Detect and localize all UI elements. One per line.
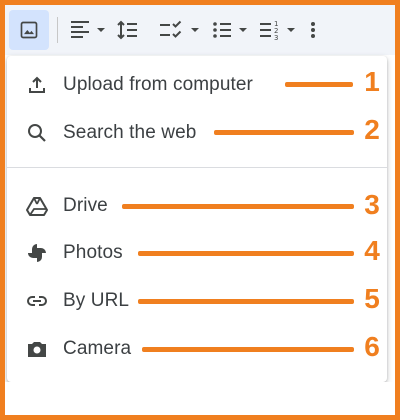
menu-divider: [7, 167, 387, 168]
callout-number-1: 1: [364, 66, 380, 97]
callout-line-2: [214, 130, 354, 135]
callout-number-5: 5: [364, 283, 380, 314]
upload-icon: [29, 76, 45, 93]
chevron-down-icon: [97, 28, 105, 32]
svg-text:3: 3: [274, 34, 278, 42]
callout-line-6: [142, 347, 354, 352]
line-spacing-icon: [117, 20, 137, 40]
photos-icon: [28, 244, 46, 262]
numbered-list-button[interactable]: 1 2 3: [258, 18, 296, 42]
callout-number-4: 4: [364, 235, 380, 266]
numbered-list-icon: 1 2 3: [260, 20, 278, 42]
link-icon: [27, 296, 47, 306]
bulleted-list-button[interactable]: [210, 18, 248, 42]
callout-number-3: 3: [364, 189, 380, 220]
search-icon: [28, 124, 46, 142]
document-area[interactable]: [5, 382, 395, 415]
toolbar-separator: [57, 17, 58, 43]
menu-item-label: Camera: [63, 338, 132, 359]
docs-toolbar: 1 2 3: [5, 5, 395, 55]
checklist-button[interactable]: [158, 18, 200, 42]
callout-number-6: 6: [364, 331, 380, 362]
insert-image-button[interactable]: [9, 10, 49, 50]
callout-line-1: [285, 82, 353, 87]
drive-icon: [26, 197, 48, 216]
more-options-button[interactable]: [310, 20, 316, 40]
menu-item-label: Photos: [63, 242, 123, 263]
camera-icon: [28, 342, 46, 357]
bulleted-list-icon: [213, 22, 231, 38]
chevron-down-icon: [287, 28, 295, 32]
line-spacing-button[interactable]: [116, 18, 140, 42]
align-left-icon: [71, 21, 89, 38]
callout-line-4: [138, 251, 354, 256]
image-icon: [20, 21, 38, 39]
insert-image-menu: Upload from computer Search the web Driv…: [7, 56, 387, 382]
chevron-down-icon: [191, 28, 199, 32]
callout-number-2: 2: [364, 114, 380, 145]
callout-line-5: [138, 299, 354, 304]
menu-item-label: Drive: [63, 195, 108, 216]
align-button[interactable]: [68, 18, 106, 42]
menu-item-label: Upload from computer: [63, 74, 253, 95]
callout-line-3: [122, 204, 354, 209]
menu-item-label: Search the web: [63, 122, 197, 143]
checklist-icon: [160, 20, 182, 38]
chevron-down-icon: [239, 28, 247, 32]
menu-item-label: By URL: [63, 290, 130, 311]
more-vert-icon: [311, 22, 315, 38]
